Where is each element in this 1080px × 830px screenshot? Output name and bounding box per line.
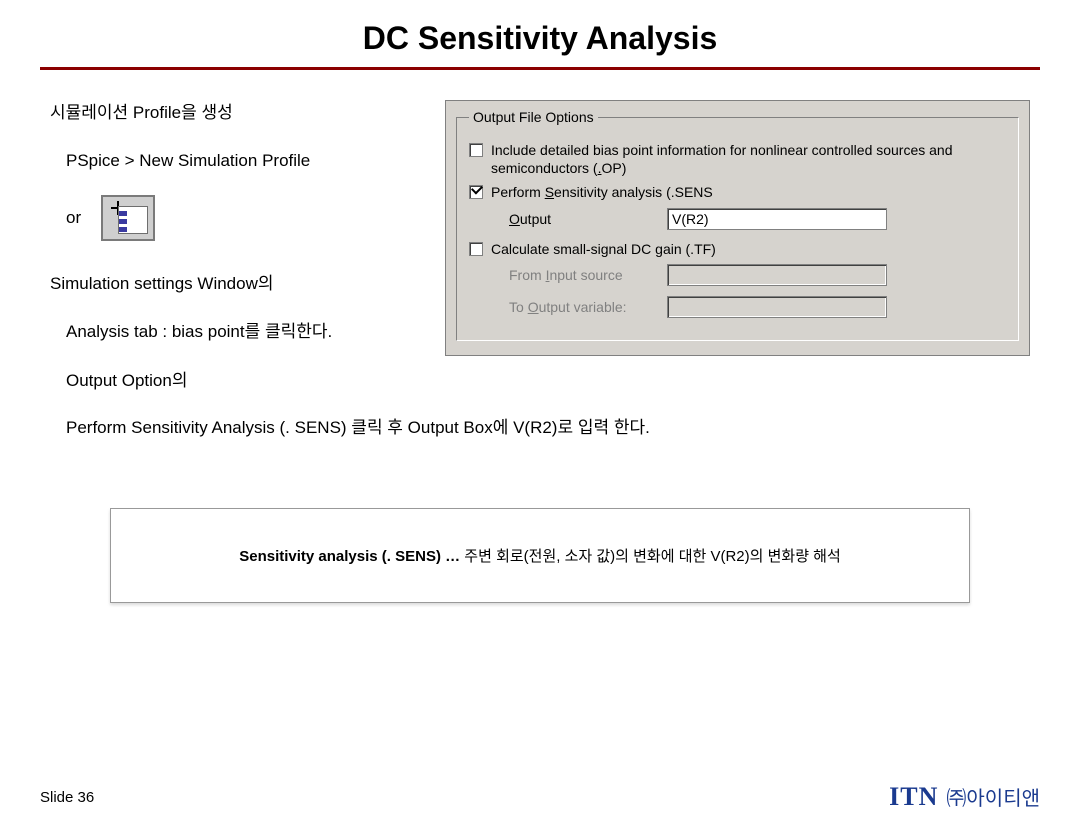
slide-footer: Slide 36 ITN ㈜아이티앤 xyxy=(40,782,1040,812)
callout-lead: Sensitivity analysis (. SENS) … xyxy=(239,548,460,565)
instr-line1: 시뮬레이션 Profile을 생성 xyxy=(50,100,420,126)
brand-en: ITN xyxy=(889,782,938,812)
slide-number: Slide 36 xyxy=(40,789,94,806)
group-legend: Output File Options xyxy=(469,109,598,125)
sens-output-label: Output xyxy=(509,211,659,227)
tf-to-row: To Output variable: xyxy=(509,296,1006,318)
tf-to-label: To Output variable: xyxy=(509,299,659,315)
sens-output-row: Output V(R2) xyxy=(509,208,1006,230)
option-sens-label: Perform Sensitivity analysis (.SENS xyxy=(491,183,1006,201)
instructions-lower: Output Option의 Perform Sensitivity Analy… xyxy=(50,366,1030,438)
output-file-options-group: Output File Options Include detailed bia… xyxy=(456,109,1019,341)
sens-output-input[interactable]: V(R2) xyxy=(667,208,887,230)
option-perform-sensitivity[interactable]: Perform Sensitivity analysis (.SENS xyxy=(469,183,1006,201)
callout-rest: 주변 회로(전원, 소자 값)의 변화에 대한 V(R2)의 변화량 해석 xyxy=(460,548,841,565)
checkbox-sens[interactable] xyxy=(469,185,483,199)
tf-from-label: From Input source xyxy=(509,267,659,283)
instr-line5: Output Option의 xyxy=(50,366,1030,391)
checkbox-op[interactable] xyxy=(469,143,483,157)
tf-to-input xyxy=(667,296,887,318)
instr-line2: PSpice > New Simulation Profile xyxy=(50,148,420,174)
new-simulation-profile-icon xyxy=(101,195,155,241)
output-file-options-dialog: Output File Options Include detailed bia… xyxy=(445,100,1030,356)
tf-from-row: From Input source xyxy=(509,264,1006,286)
callout-box: Sensitivity analysis (. SENS) … 주변 회로(전원… xyxy=(110,508,970,603)
option-op-label: Include detailed bias point information … xyxy=(491,141,1006,177)
option-include-detailed-bias[interactable]: Include detailed bias point information … xyxy=(469,141,1006,177)
option-tf-label: Calculate small-signal DC gain (.TF) xyxy=(491,240,1006,258)
instructions-block: 시뮬레이션 Profile을 생성 PSpice > New Simulatio… xyxy=(50,100,420,344)
checkbox-tf[interactable] xyxy=(469,242,483,256)
instr-line4: Analysis tab : bias point를 클릭한다. xyxy=(50,319,420,345)
instr-line6: Perform Sensitivity Analysis (. SENS) 클릭… xyxy=(50,413,1030,438)
tf-from-input xyxy=(667,264,887,286)
instr-line3: Simulation settings Window의 xyxy=(50,271,420,297)
brand-ko: ㈜아이티앤 xyxy=(946,782,1040,811)
instr-or: or xyxy=(66,205,81,231)
slide-title: DC Sensitivity Analysis xyxy=(0,20,1080,57)
option-calc-tf[interactable]: Calculate small-signal DC gain (.TF) xyxy=(469,240,1006,258)
title-divider xyxy=(40,67,1040,70)
brand: ITN ㈜아이티앤 xyxy=(889,782,1040,812)
